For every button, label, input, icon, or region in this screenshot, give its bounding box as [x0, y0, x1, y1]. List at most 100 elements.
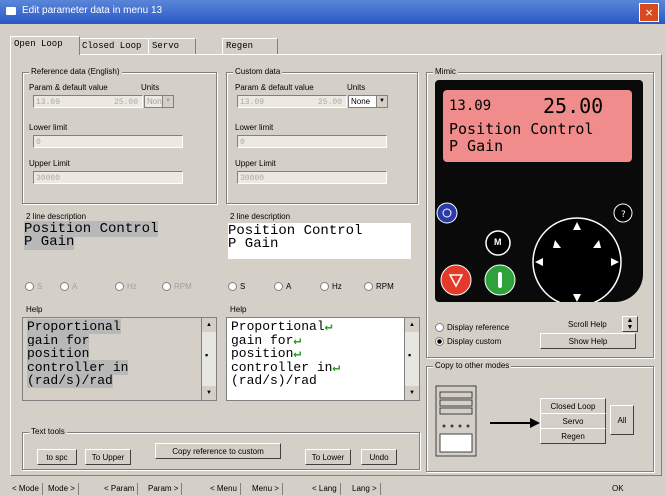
scroll-thumb-icon[interactable]: ▪	[205, 350, 208, 360]
prev-menu-button[interactable]: < Menu	[210, 483, 241, 495]
ref-help-label: Help	[26, 305, 43, 314]
app-icon	[6, 7, 16, 15]
next-param-button[interactable]: Param >	[148, 483, 183, 495]
text-tools-group: Text tools to spc To Upper Copy referenc…	[22, 427, 420, 470]
ref-radio-a: A	[60, 282, 77, 292]
ref-lower-field: 0	[33, 135, 183, 148]
custom-radio-s[interactable]: S	[228, 282, 245, 292]
chevron-down-icon: ▼	[376, 96, 387, 107]
svg-text:?: ?	[621, 210, 626, 220]
custom-param-field: 13.09 25.00	[237, 95, 347, 108]
keypad-graphics: ?	[436, 202, 633, 302]
line-break-icon: ↵	[332, 359, 341, 375]
ref-help-line: (rad/s)/rad	[27, 373, 113, 388]
nav-wheel-icon	[532, 217, 622, 302]
title-bar: Edit parameter data in menu 13 ×	[0, 0, 665, 24]
ref-radio-s: S	[25, 282, 42, 292]
copy-regen-button[interactable]: Regen	[540, 428, 606, 444]
ref-help-scrollbar[interactable]: ▲ ▪ ▼	[201, 318, 216, 400]
next-mode-button[interactable]: Mode >	[48, 483, 79, 495]
upper-limit-label: Upper Limit	[235, 159, 276, 168]
custom-radio-a[interactable]: A	[274, 282, 291, 292]
ref-param-field: 13.09 25.00	[33, 95, 143, 108]
stop-key-icon	[440, 264, 472, 296]
next-menu-button[interactable]: Menu >	[252, 483, 283, 495]
custom-desc-label: 2 line description	[230, 212, 291, 221]
custom-units-value: None	[351, 97, 371, 106]
prev-param-button[interactable]: < Param	[104, 483, 139, 495]
display-custom-radio[interactable]: Display custom	[435, 337, 501, 347]
units-label: Units	[141, 83, 160, 92]
custom-param-number: 13.09	[240, 98, 265, 107]
custom-help-box[interactable]: Proportional↵ gain for↵ position↵ contro…	[226, 317, 420, 401]
ref-radio-rpm: RPM	[162, 282, 192, 292]
ref-upper-field: 30000	[33, 171, 183, 184]
reference-data-group: Reference data (English) Param & default…	[22, 67, 217, 204]
custom-description[interactable]: Position Control P Gain	[228, 223, 411, 259]
custom-upper-field[interactable]: 30000	[237, 171, 387, 184]
copy-all-button[interactable]: All	[610, 405, 634, 435]
chevron-down-icon: ▼	[162, 96, 173, 107]
close-button[interactable]: ×	[639, 3, 659, 22]
scroll-thumb-icon[interactable]: ▪	[408, 350, 411, 360]
ref-help-box: Proportional gain for position controlle…	[22, 317, 217, 401]
to-upper-button[interactable]: To Upper	[85, 449, 131, 465]
mimic-label: Mimic	[433, 67, 458, 76]
display-reference-radio[interactable]: Display reference	[435, 323, 509, 333]
ref-units-select: None ▼	[144, 95, 174, 108]
custom-units-select[interactable]: None ▼	[348, 95, 388, 108]
keypad-device: 13.09 25.00 Position Control P Gain ? M	[435, 80, 643, 302]
custom-lower-field[interactable]: 0	[237, 135, 387, 148]
mode-key-icon	[436, 202, 458, 224]
custom-radio-rpm[interactable]: RPM	[364, 282, 394, 292]
units-label: Units	[347, 83, 366, 92]
text-tools-label: Text tools	[29, 427, 67, 436]
tab-regen[interactable]: Regen	[222, 38, 278, 54]
copy-servo-button[interactable]: Servo	[540, 413, 606, 429]
scroll-help-label: Scroll Help	[568, 320, 607, 329]
prev-mode-button[interactable]: < Mode	[12, 483, 43, 495]
m-key-label[interactable]: M	[494, 237, 502, 247]
scroll-up-icon[interactable]: ▲	[405, 318, 419, 332]
custom-group-label: Custom data	[233, 67, 283, 76]
ref-desc-label: 2 line description	[26, 212, 87, 221]
tab-open-loop[interactable]: Open Loop	[10, 36, 80, 55]
custom-help-text: Proportional↵ gain for↵ position↵ contro…	[231, 320, 340, 388]
ref-radio-hz: Hz	[115, 282, 137, 292]
prev-lang-button[interactable]: < Lang	[312, 483, 341, 495]
ref-help-line: Proportional	[27, 319, 121, 334]
ref-param-number: 13.09	[36, 98, 61, 107]
scroll-down-icon[interactable]: ▼	[405, 386, 419, 400]
ok-button[interactable]: OK	[612, 483, 627, 495]
bottom-nav-bar: < Mode Mode > < Param Param > < Menu Men…	[0, 479, 665, 496]
custom-help-line: (rad/s)/rad	[231, 373, 317, 388]
ref-default-value: 25.00	[113, 98, 138, 107]
custom-help-scrollbar[interactable]: ▲ ▪ ▼	[404, 318, 419, 400]
reference-group-label: Reference data (English)	[29, 67, 122, 76]
next-lang-button[interactable]: Lang >	[352, 483, 381, 495]
lower-limit-label: Lower limit	[235, 123, 274, 132]
show-help-button[interactable]: Show Help	[540, 333, 636, 349]
ref-help-line: position	[27, 346, 90, 361]
custom-default-value: 25.00	[317, 98, 342, 107]
to-spc-button[interactable]: to spc	[37, 449, 77, 465]
custom-help-label: Help	[230, 305, 247, 314]
copy-diagram	[435, 385, 540, 457]
line-break-icon: ↵	[324, 319, 333, 334]
upper-limit-label: Upper Limit	[29, 159, 70, 168]
scroll-help-spinner[interactable]: ▲ ▼	[622, 316, 638, 332]
tab-closed-loop[interactable]: Closed Loop	[78, 38, 154, 54]
scroll-down-icon[interactable]: ▼	[202, 386, 216, 400]
copy-closed-loop-button[interactable]: Closed Loop	[540, 398, 606, 414]
custom-radio-hz[interactable]: Hz	[320, 282, 342, 292]
lower-limit-label: Lower limit	[29, 123, 68, 132]
to-lower-button[interactable]: To Lower	[305, 449, 351, 465]
ref-help-text: Proportional gain for position controlle…	[27, 319, 129, 388]
copy-modes-label: Copy to other modes	[433, 361, 512, 370]
param-default-label: Param & default value	[29, 83, 108, 92]
custom-data-group: Custom data Param & default value Units …	[226, 67, 418, 204]
tab-servo[interactable]: Servo	[148, 38, 196, 54]
copy-reference-button[interactable]: Copy reference to custom	[155, 443, 281, 459]
undo-button[interactable]: Undo	[361, 449, 397, 465]
scroll-up-icon[interactable]: ▲	[202, 318, 216, 332]
